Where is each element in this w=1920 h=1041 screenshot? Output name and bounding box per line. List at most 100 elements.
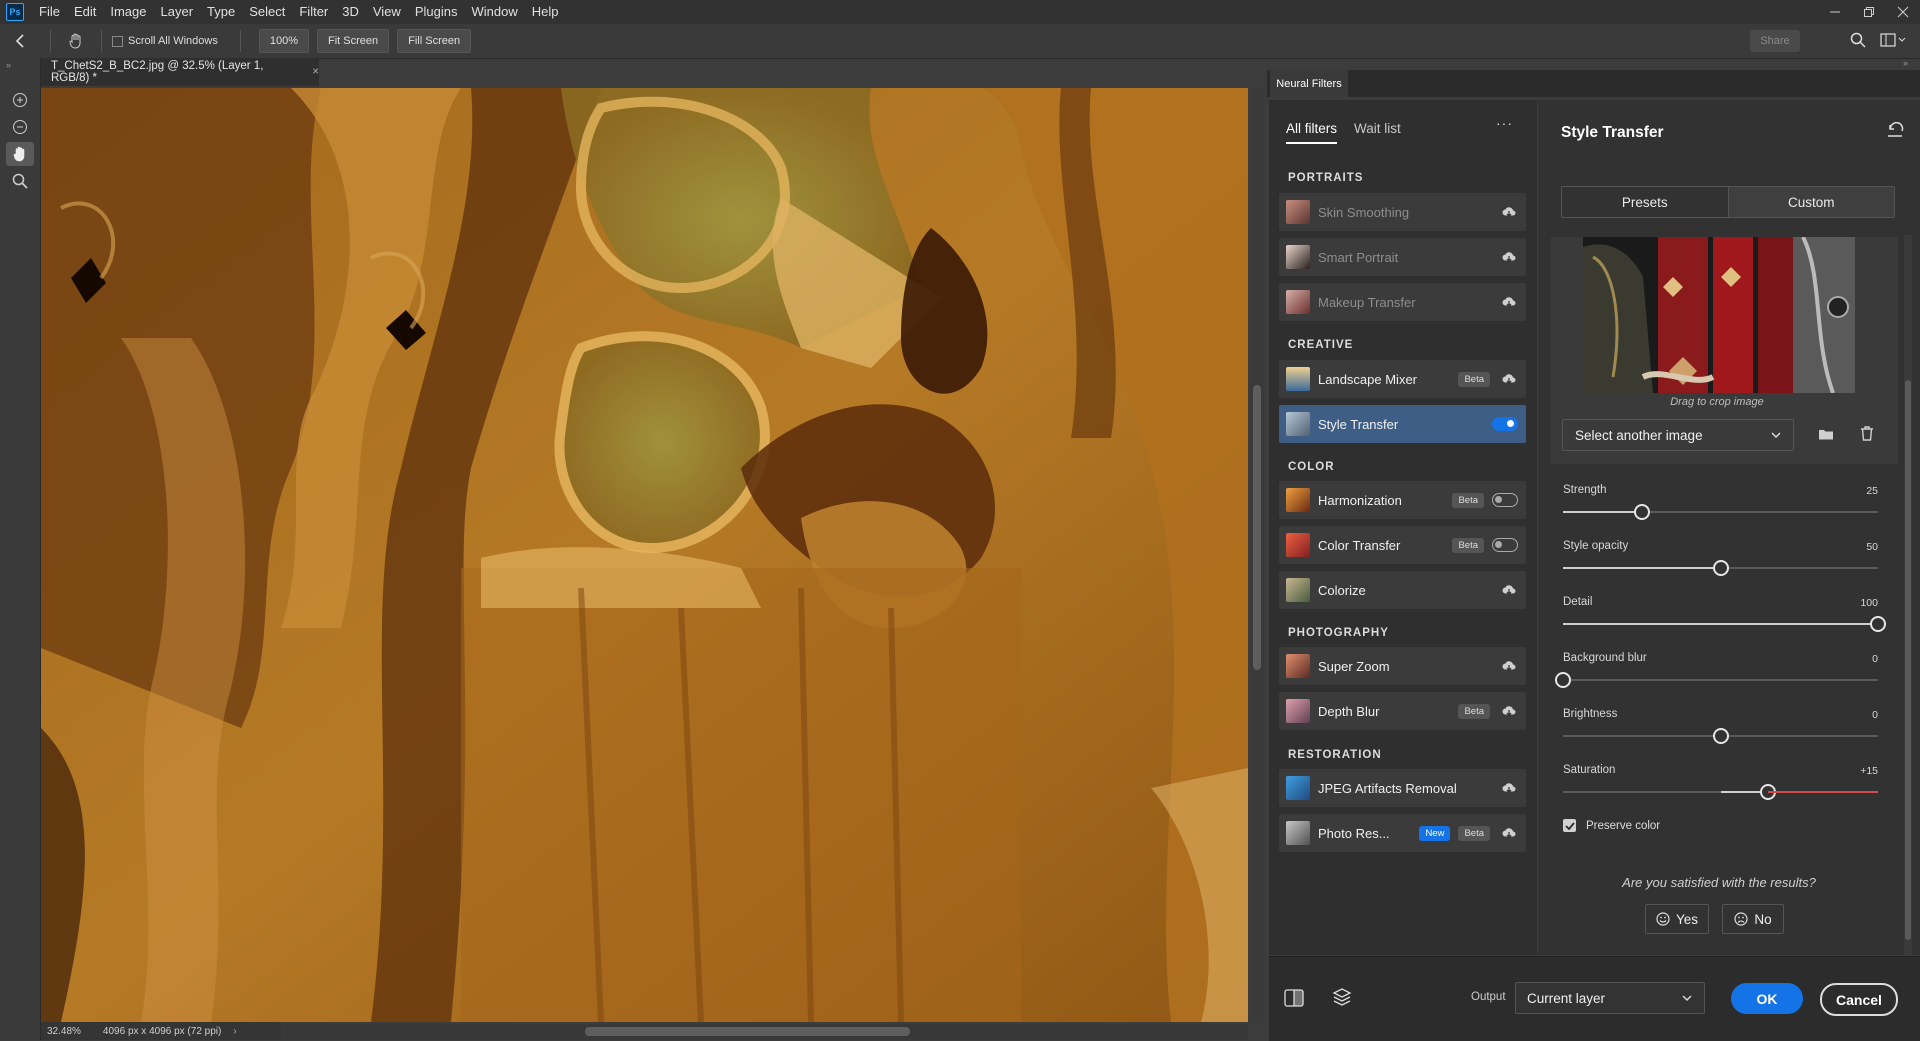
- harmonization-toggle[interactable]: [1492, 493, 1518, 507]
- zoom-out-icon[interactable]: [6, 115, 34, 139]
- menu-layer[interactable]: Layer: [154, 0, 201, 24]
- restore-icon[interactable]: [1852, 0, 1886, 24]
- slider-knob[interactable]: [1712, 560, 1729, 576]
- zoom-tool-icon[interactable]: [6, 169, 34, 193]
- folder-icon[interactable]: [1818, 427, 1834, 441]
- ok-button[interactable]: OK: [1731, 983, 1803, 1014]
- slider-knob[interactable]: [1712, 728, 1729, 744]
- document-canvas[interactable]: [41, 88, 1248, 1022]
- beta-badge: Beta: [1452, 537, 1484, 553]
- collapse-arrows-icon[interactable]: »: [0, 58, 40, 72]
- cloud-download-icon[interactable]: [1498, 251, 1520, 263]
- menu-image[interactable]: Image: [103, 0, 153, 24]
- filter-depth-blur[interactable]: Depth Blur Beta: [1279, 692, 1526, 730]
- photo-restoration-thumbnail: [1286, 821, 1310, 845]
- filter-jpeg-artifacts-removal[interactable]: JPEG Artifacts Removal: [1279, 769, 1526, 807]
- filter-skin-smoothing[interactable]: Skin Smoothing: [1279, 193, 1526, 231]
- share-button[interactable]: Share: [1750, 30, 1800, 52]
- preserve-color-option[interactable]: Preserve color: [1563, 819, 1660, 832]
- filter-color-transfer[interactable]: Color Transfer Beta: [1279, 526, 1526, 564]
- menu-type[interactable]: Type: [200, 0, 242, 24]
- menu-filter[interactable]: Filter: [292, 0, 335, 24]
- divider: [101, 30, 102, 52]
- menu-file[interactable]: File: [32, 0, 67, 24]
- settings-scroll-thumb[interactable]: [1905, 380, 1911, 940]
- filter-colorize[interactable]: Colorize: [1279, 571, 1526, 609]
- filter-label: Depth Blur: [1318, 703, 1380, 719]
- cloud-download-icon[interactable]: [1498, 827, 1520, 839]
- search-icon[interactable]: [1850, 32, 1866, 48]
- close-icon[interactable]: [1886, 0, 1920, 24]
- zoom-100-button[interactable]: 100%: [258, 29, 309, 53]
- menu-help[interactable]: Help: [525, 0, 566, 24]
- cloud-download-icon[interactable]: [1498, 782, 1520, 794]
- cloud-download-icon[interactable]: [1498, 373, 1520, 385]
- neural-filters-tab[interactable]: Neural Filters: [1270, 70, 1348, 97]
- filter-smart-portrait[interactable]: Smart Portrait: [1279, 238, 1526, 276]
- workspace-icon[interactable]: [1880, 33, 1906, 47]
- makeup-transfer-thumbnail: [1286, 290, 1310, 314]
- close-tab-icon[interactable]: ×: [312, 66, 319, 78]
- style-transfer-toggle[interactable]: [1492, 417, 1518, 431]
- feedback-yes-button[interactable]: Yes: [1645, 904, 1709, 934]
- preview-toggle-icon[interactable]: [1284, 989, 1304, 1007]
- filter-label: Photo Res...: [1318, 825, 1390, 841]
- menu-select[interactable]: Select: [242, 0, 292, 24]
- output-dropdown[interactable]: Current layer: [1515, 982, 1705, 1014]
- cloud-download-icon[interactable]: [1498, 206, 1520, 218]
- vertical-scroll-thumb[interactable]: [1253, 385, 1261, 670]
- fill-screen-button[interactable]: Fill Screen: [397, 29, 472, 53]
- preserve-color-checkbox[interactable]: [1563, 819, 1576, 832]
- checkbox[interactable]: [112, 35, 123, 47]
- menu-3d[interactable]: 3D: [335, 0, 366, 24]
- cancel-button[interactable]: Cancel: [1820, 983, 1898, 1016]
- presets-segment[interactable]: Presets: [1562, 187, 1728, 217]
- back-chevron-icon[interactable]: [0, 33, 40, 49]
- color-transfer-toggle[interactable]: [1492, 538, 1518, 552]
- tab-all-filters[interactable]: All filters: [1286, 121, 1338, 144]
- tab-wait-list[interactable]: Wait list: [1354, 121, 1401, 136]
- horizontal-scroll-thumb[interactable]: [585, 1027, 910, 1036]
- reset-icon[interactable]: [1886, 122, 1904, 138]
- feedback-no-button[interactable]: No: [1722, 904, 1784, 934]
- zoom-in-icon[interactable]: [6, 88, 34, 112]
- filter-super-zoom[interactable]: Super Zoom: [1279, 647, 1526, 685]
- document-tab[interactable]: T_ChetS2_B_BC2.jpg @ 32.5% (Layer 1, RGB…: [41, 58, 319, 86]
- menu-plugins[interactable]: Plugins: [408, 0, 465, 24]
- cloud-download-icon[interactable]: [1498, 660, 1520, 672]
- cloud-download-icon[interactable]: [1498, 296, 1520, 308]
- cloud-download-icon[interactable]: [1498, 705, 1520, 717]
- hand-tool-icon[interactable]: [61, 32, 91, 50]
- slider-knob[interactable]: [1870, 616, 1886, 632]
- select-image-dropdown[interactable]: Select another image: [1562, 419, 1794, 451]
- menu-edit[interactable]: Edit: [67, 0, 103, 24]
- menu-window[interactable]: Window: [464, 0, 524, 24]
- document-dimensions: 4096 px x 4096 px (72 ppi): [102, 1025, 222, 1037]
- panel-collapse-icon[interactable]: »: [1903, 58, 1908, 68]
- layers-icon[interactable]: [1332, 987, 1352, 1007]
- slider-knob[interactable]: [1555, 672, 1571, 688]
- window-controls: [1818, 0, 1920, 24]
- status-chevron-icon[interactable]: ›: [233, 1026, 236, 1037]
- filter-landscape-mixer[interactable]: Landscape Mixer Beta: [1279, 360, 1526, 398]
- menu-view[interactable]: View: [366, 0, 408, 24]
- style-reference-image[interactable]: [1583, 237, 1855, 393]
- zoom-level[interactable]: 32.48%: [41, 1026, 91, 1037]
- slider-knob[interactable]: [1633, 504, 1650, 520]
- filter-photo-restoration[interactable]: Photo Res... New Beta: [1279, 814, 1526, 852]
- hand-tool-icon[interactable]: [6, 142, 34, 166]
- custom-segment[interactable]: Custom: [1727, 187, 1894, 217]
- scroll-all-windows[interactable]: Scroll All Windows: [112, 35, 218, 47]
- minimize-icon[interactable]: [1818, 0, 1852, 24]
- filter-harmonization[interactable]: Harmonization Beta: [1279, 481, 1526, 519]
- cloud-download-icon[interactable]: [1498, 584, 1520, 596]
- filter-style-transfer[interactable]: Style Transfer: [1279, 405, 1526, 443]
- fit-screen-button[interactable]: Fit Screen: [317, 29, 390, 53]
- smart-portrait-thumbnail: [1286, 245, 1310, 269]
- filter-makeup-transfer[interactable]: Makeup Transfer: [1279, 283, 1526, 321]
- trash-icon[interactable]: [1860, 426, 1874, 441]
- more-options-icon[interactable]: ···: [1496, 115, 1513, 131]
- color-transfer-thumbnail: [1286, 533, 1310, 557]
- colorize-thumbnail: [1286, 578, 1310, 602]
- slider-track[interactable]: [1563, 679, 1878, 681]
